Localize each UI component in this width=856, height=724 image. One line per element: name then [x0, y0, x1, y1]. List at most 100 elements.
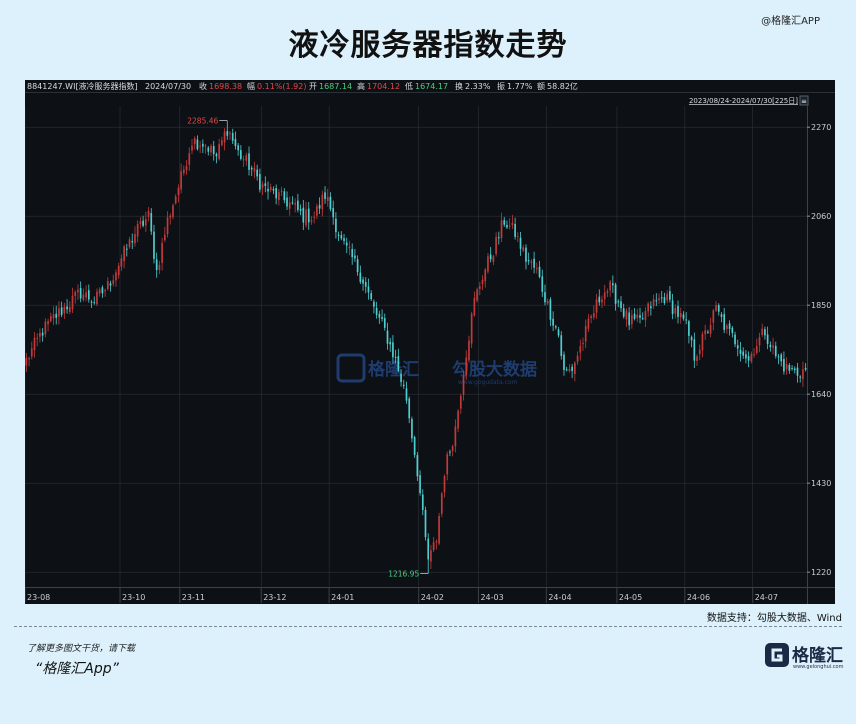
candle-body	[378, 313, 381, 318]
header-open-value: 1687.14	[319, 82, 352, 91]
candle-body	[571, 366, 573, 372]
candle-body	[628, 312, 630, 326]
candle-body	[481, 279, 484, 285]
candle-body	[462, 376, 465, 395]
candle-body	[248, 153, 250, 170]
candle-body	[783, 358, 785, 372]
candle-body	[516, 235, 519, 237]
candle-body	[522, 247, 525, 251]
candle-body	[617, 301, 620, 303]
candle-body	[367, 286, 370, 293]
x-tick-label: 24-05	[619, 593, 642, 602]
candle-body	[704, 330, 707, 335]
candle-body	[161, 242, 163, 263]
header-close-value: 1698.38	[209, 82, 242, 91]
candle-body	[79, 288, 82, 299]
candle-body	[723, 314, 726, 330]
candle-body	[25, 357, 28, 366]
candle-body	[582, 342, 584, 344]
candle-body	[495, 236, 497, 254]
candle-body	[153, 231, 155, 259]
candle-body	[125, 248, 128, 250]
candle-body	[745, 354, 747, 359]
candle-body	[544, 292, 546, 303]
candle-body	[33, 337, 36, 351]
candle-body	[128, 239, 131, 248]
candle-body	[427, 538, 430, 560]
y-tick-label: 1640	[811, 390, 831, 399]
header-high-label: 高	[357, 81, 365, 91]
candle-body	[272, 188, 275, 191]
candle-body	[55, 313, 58, 318]
candle-body	[269, 186, 272, 190]
candle-body	[299, 208, 302, 211]
candle-body	[250, 167, 253, 170]
min-label: 1216.95	[388, 569, 419, 578]
candle-body	[554, 326, 557, 328]
candle-body	[535, 268, 538, 270]
candle-body	[90, 301, 93, 303]
candle-body	[639, 315, 641, 318]
candle-body	[335, 218, 337, 233]
x-tick-label: 24-02	[421, 593, 444, 602]
candle-body	[123, 246, 125, 262]
candle-body	[386, 330, 389, 344]
candle-body	[313, 216, 316, 218]
candle-body	[593, 313, 595, 318]
header-turnover-value: 2.33%	[465, 82, 491, 91]
candle-body	[28, 358, 30, 360]
candle-body	[373, 301, 375, 307]
candle-body	[340, 235, 343, 239]
candle-body	[574, 362, 576, 374]
candle-body	[60, 307, 63, 315]
candle-body	[180, 171, 182, 190]
candle-body	[318, 205, 321, 209]
candle-body	[538, 266, 541, 277]
watermark-url: www.gogudata.com	[458, 379, 518, 386]
candle-body	[459, 396, 462, 409]
candle-body	[71, 295, 74, 310]
candle-body	[307, 208, 310, 223]
candle-body	[478, 286, 481, 289]
candle-body	[202, 143, 204, 147]
y-tick-label: 2270	[811, 123, 831, 132]
candle-body	[93, 302, 96, 304]
header-low-value: 1674.17	[415, 82, 448, 91]
x-tick-label: 24-07	[755, 593, 778, 602]
candle-body	[348, 246, 351, 249]
candle-body	[291, 202, 294, 204]
candle-body	[370, 293, 373, 300]
candle-body	[47, 321, 49, 325]
candle-body	[774, 345, 777, 357]
candle-body	[484, 269, 487, 282]
candle-body	[655, 300, 658, 302]
candle-body	[802, 369, 804, 380]
header-open-label: 开	[309, 82, 317, 91]
candle-body	[98, 289, 101, 294]
candle-body	[625, 310, 628, 320]
candle-body	[115, 272, 117, 281]
candle-body	[595, 299, 598, 313]
candle-body	[731, 327, 734, 333]
y-tick-label: 1430	[811, 479, 831, 488]
candle-body	[454, 426, 457, 447]
candle-body	[631, 315, 633, 325]
candle-body	[712, 310, 715, 323]
x-tick-label: 24-01	[331, 593, 354, 602]
candle-body	[166, 217, 169, 235]
candle-body	[549, 299, 552, 320]
candle-body	[601, 299, 603, 303]
candle-body	[663, 297, 666, 304]
candle-body	[641, 318, 644, 320]
candle-body	[419, 475, 421, 494]
candle-body	[326, 196, 329, 202]
candle-body	[41, 332, 44, 336]
candle-body	[74, 291, 77, 297]
candle-body	[698, 349, 701, 355]
candle-body	[310, 220, 313, 222]
candle-body	[652, 299, 655, 307]
candle-body	[155, 259, 158, 270]
dashed-divider	[14, 626, 842, 627]
candle-body	[218, 144, 220, 160]
candle-body	[674, 307, 677, 314]
